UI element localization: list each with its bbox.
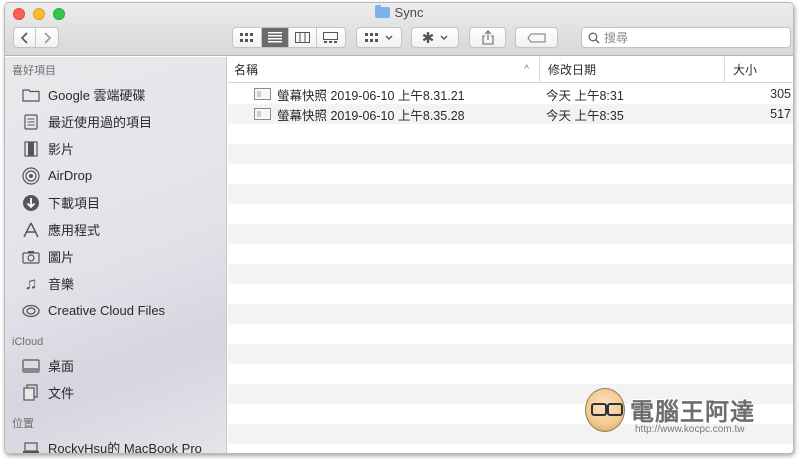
grid-arrange-icon [365,32,378,42]
airdrop-icon [21,166,41,185]
action-menu-button[interactable]: ✱ [411,27,459,48]
folder-icon [21,86,41,104]
creative-cloud-icon [21,302,41,320]
sidebar-item-recents[interactable]: 最近使用過的項目 [5,108,226,135]
sidebar-heading-locations: 位置 [12,418,34,430]
gear-icon: ✱ [421,29,435,47]
sidebar-item-music[interactable]: ♫ 音樂 [5,270,226,297]
sidebar-item-label: 最近使用過的項目 [48,115,153,130]
image-file-icon [254,108,271,120]
sidebar-item-label: Google 雲端硬碟 [48,88,146,103]
list-view-button[interactable] [261,28,290,47]
sidebar-item-documents[interactable]: 文件 [5,379,226,406]
group-by-button[interactable] [356,27,402,48]
view-mode-control [232,27,346,48]
mascot-logo-icon [585,388,625,432]
sidebar-item-label: 下載項目 [48,196,101,211]
sidebar-item-label: RockyHsu的 MacBook Pro [48,441,202,454]
sidebar-item-pictures[interactable]: 圖片 [5,243,226,270]
navigation-buttons [13,27,59,48]
chevron-left-icon [20,31,28,44]
column-header-size[interactable]: 大小 [725,57,793,82]
file-date: 今天 上午8:35 [546,108,624,123]
window-title: Sync [394,5,424,20]
sidebar-item-label: 音樂 [48,277,75,292]
table-row[interactable]: 螢幕快照 2019-06-10 上午8.35.28 今天 上午8:35 517 [228,104,793,124]
search-field[interactable]: 搜尋 [581,27,791,48]
sidebar-item-downloads[interactable]: 下載項目 [5,189,226,216]
applications-icon [21,221,41,239]
sidebar-item-desktop[interactable]: 桌面 [5,352,226,379]
search-icon [588,32,600,43]
sidebar-item-label: 影片 [48,142,75,157]
sidebar-item-label: AirDrop [48,168,93,183]
image-file-icon [254,88,271,100]
share-icon [481,30,494,45]
forward-button[interactable] [36,28,58,47]
camera-icon [21,248,41,266]
desktop-icon [21,357,41,375]
column-header-name-label: 名稱 [234,63,259,77]
tag-button[interactable] [515,27,558,48]
file-size: 305 [770,87,791,101]
sidebar-item-label: 文件 [48,386,75,401]
column-header-size-label: 大小 [733,63,758,77]
list-view-icon [267,32,282,43]
sidebar-item-google-drive[interactable]: Google 雲端硬碟 [5,81,226,108]
list-header: 名稱 ^ 修改日期 大小 [228,57,793,83]
recents-icon [21,113,41,131]
watermark: 電腦王阿達 http://www.kocpc.com.tw [585,386,785,446]
sidebar-item-label: 桌面 [48,359,75,374]
column-view-icon [294,32,310,43]
sidebar-item-airdrop[interactable]: AirDrop [5,162,226,189]
column-header-date[interactable]: 修改日期 [540,57,725,82]
chevron-down-icon [385,35,393,40]
icon-view-button[interactable] [233,28,262,47]
sidebar-item-label: 圖片 [48,250,75,265]
sidebar-item-label: 應用程式 [48,223,101,238]
sidebar-item-movies[interactable]: 影片 [5,135,226,162]
film-icon [21,140,41,158]
share-button[interactable] [469,27,506,48]
gallery-view-icon [323,32,339,43]
icon-view-icon [239,32,253,42]
laptop-icon [21,439,41,454]
back-button[interactable] [14,28,37,47]
table-row[interactable]: 螢幕快照 2019-06-10 上午8.31.21 今天 上午8:31 305 [228,84,793,104]
file-date: 今天 上午8:31 [546,88,624,103]
music-icon: ♫ [24,273,38,293]
folder-icon [374,5,390,18]
gallery-view-button[interactable] [317,28,345,47]
sidebar-item-label: Creative Cloud Files [48,303,166,318]
watermark-url: http://www.kocpc.com.tw [635,424,745,435]
chevron-right-icon [44,31,51,44]
column-header-name[interactable]: 名稱 ^ [228,57,540,82]
file-size: 517 [770,107,791,121]
sidebar-item-creative-cloud[interactable]: Creative Cloud Files [5,297,226,324]
search-placeholder: 搜尋 [604,31,629,45]
watermark-title: 電腦王阿達 [630,399,755,426]
toolbar: Sync ✱ 搜尋 [5,3,793,56]
column-header-date-label: 修改日期 [548,63,597,77]
sidebar-item-applications[interactable]: 應用程式 [5,216,226,243]
file-name: 螢幕快照 2019-06-10 上午8.35.28 [277,108,465,123]
tag-icon [526,33,545,42]
sidebar-heading-favorites: 喜好項目 [12,65,56,77]
sort-ascending-icon: ^ [524,64,529,75]
column-view-button[interactable] [289,28,317,47]
sidebar-item-macbook[interactable]: RockyHsu的 MacBook Pro [5,434,226,454]
sidebar-heading-icloud: iCloud [12,336,44,348]
file-name: 螢幕快照 2019-06-10 上午8.31.21 [277,88,465,103]
download-icon [21,194,41,212]
chevron-down-icon [440,35,448,40]
sidebar: 喜好項目 Google 雲端硬碟 最近使用過的項目 影片 AirDrop 下載項… [5,57,227,454]
window-title-bar: Sync [5,5,793,21]
documents-icon [21,384,41,402]
